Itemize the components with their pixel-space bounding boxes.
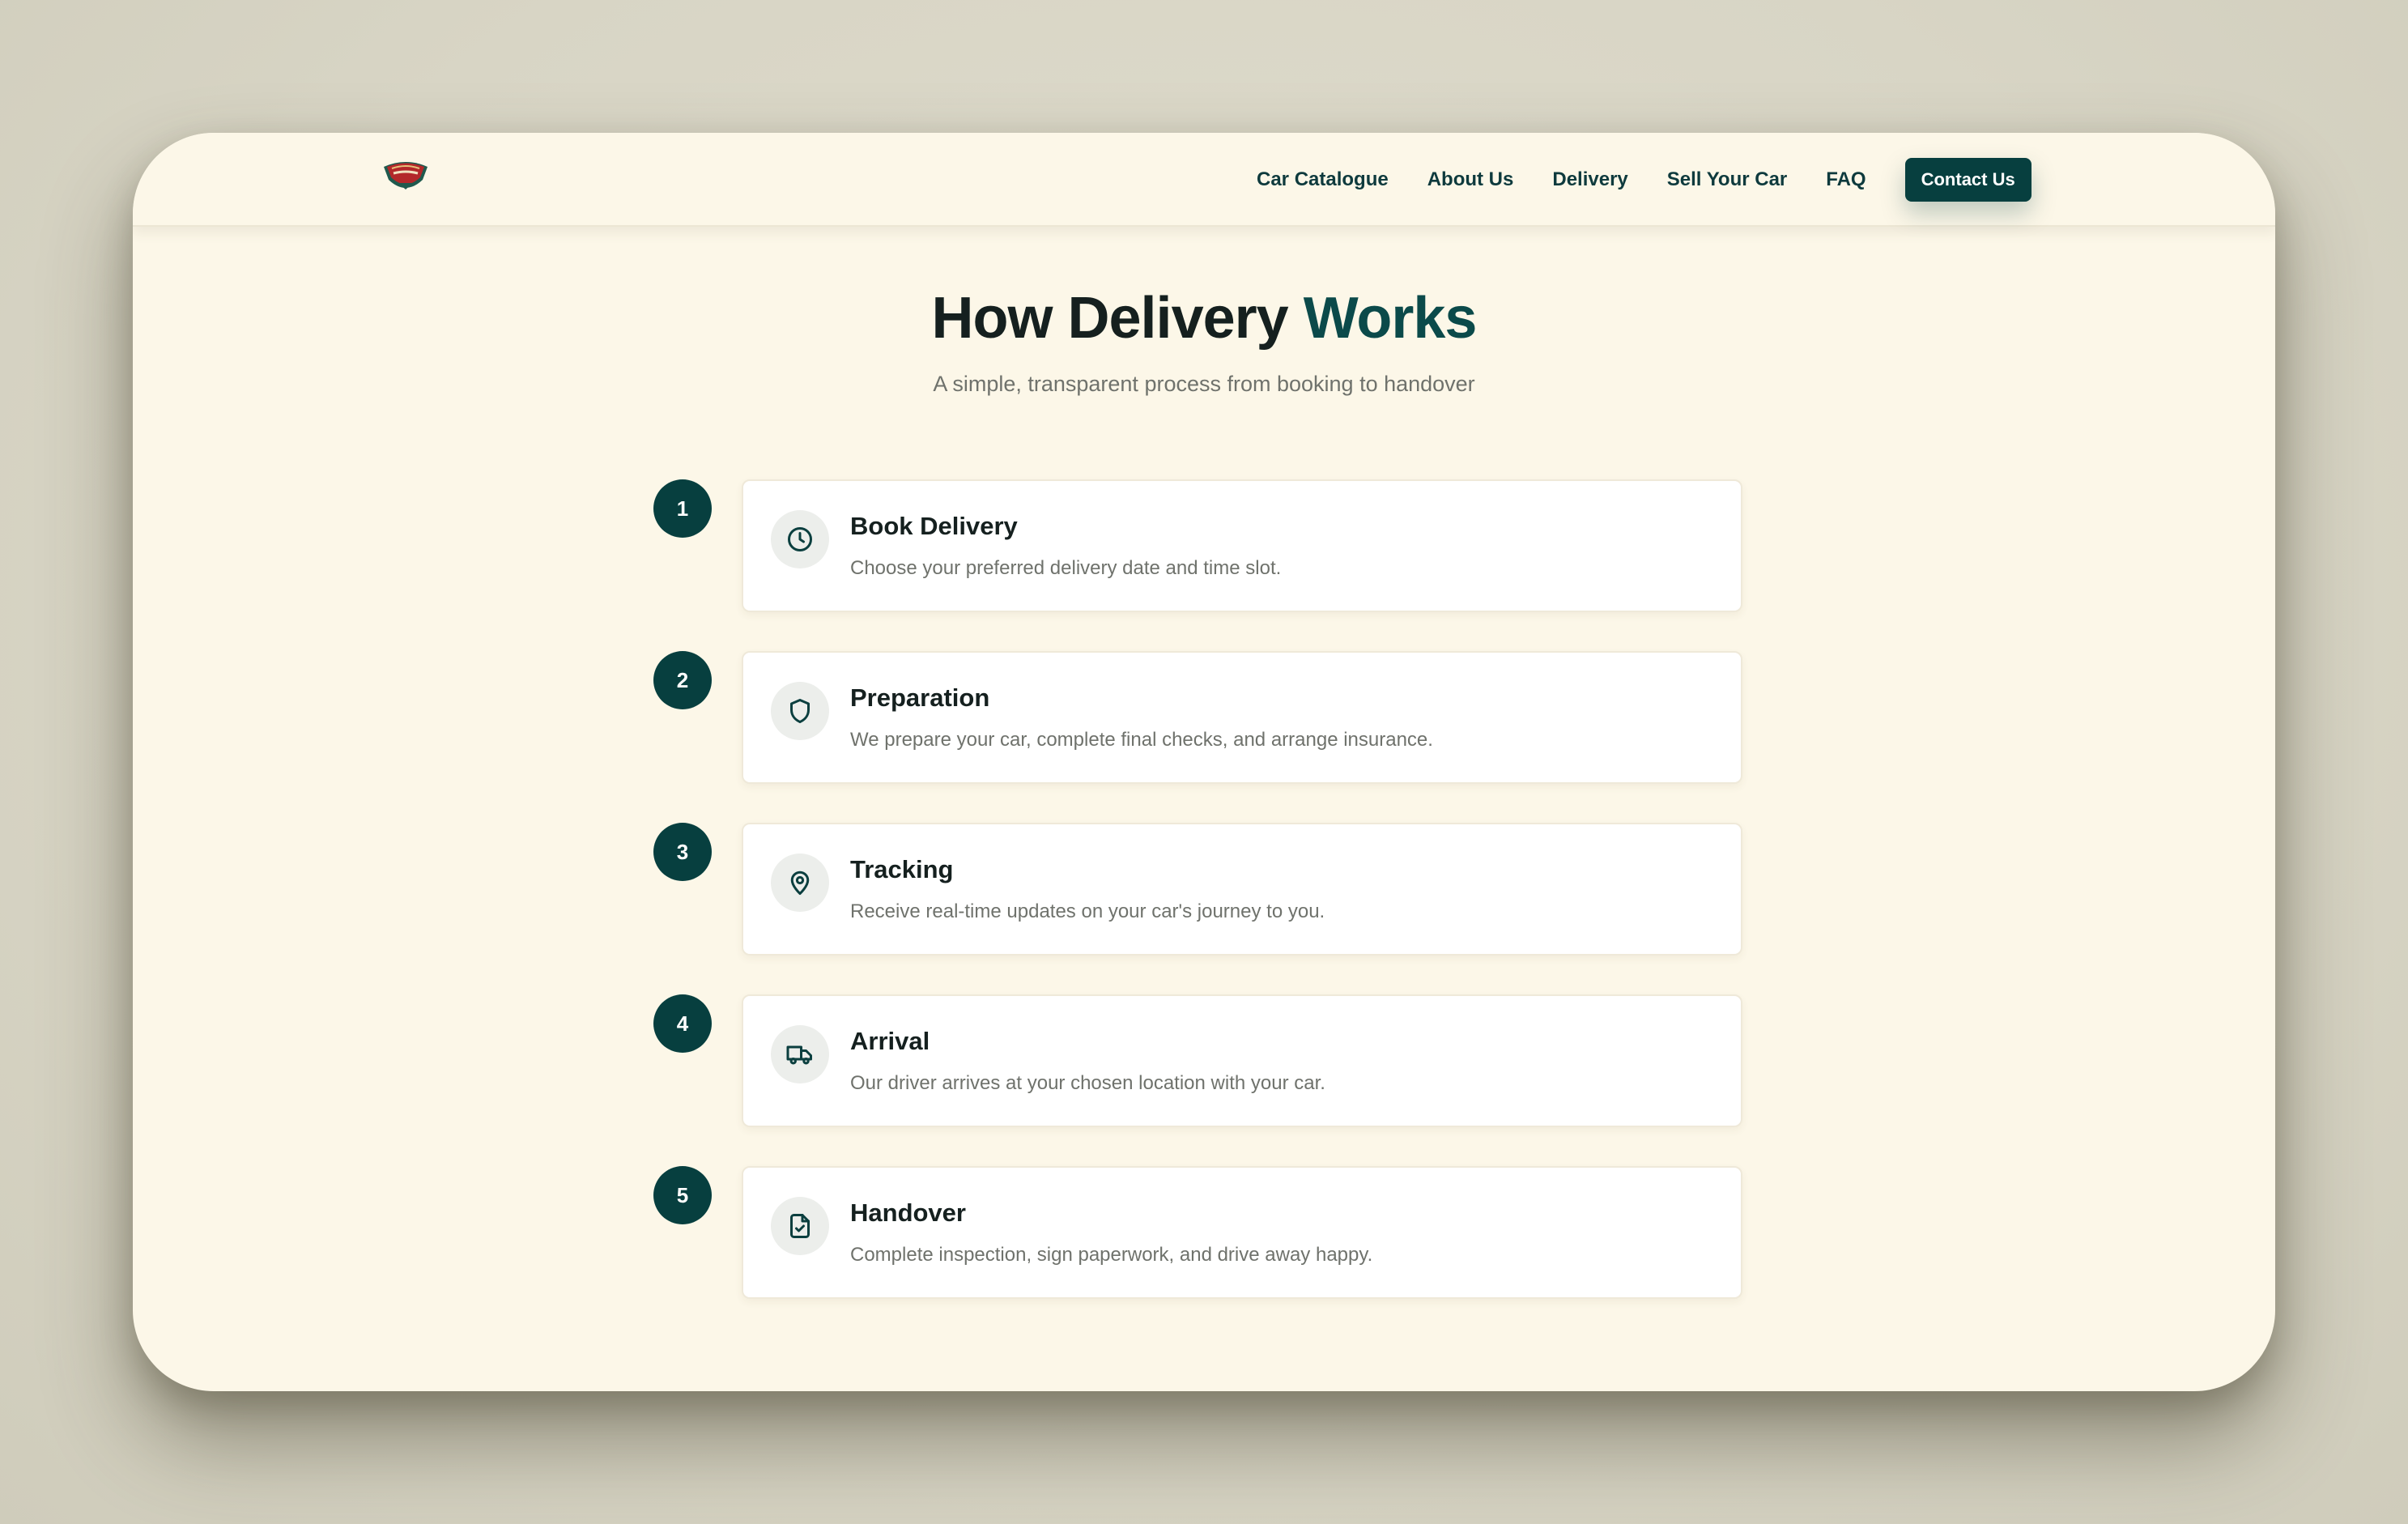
step-description: Complete inspection, sign paperwork, and… [850, 1244, 1373, 1266]
contact-us-button[interactable]: Contact Us [1904, 158, 2031, 202]
backdrop: Car Catalogue About Us Delivery Sell You… [0, 0, 2408, 1524]
nav-sell-your-car[interactable]: Sell Your Car [1667, 168, 1788, 191]
step-title: Handover [850, 1198, 966, 1227]
step-number: 5 [653, 1166, 712, 1224]
clock-icon [771, 510, 829, 568]
step-arrival: 4 Arrival Our driver arrives at your cho… [653, 994, 1742, 1127]
shield-icon [771, 682, 829, 740]
step-description: Choose your preferred delivery date and … [850, 557, 1282, 579]
map-pin-icon [771, 854, 829, 912]
step-card: Arrival Our driver arrives at your chose… [742, 994, 1742, 1127]
navbar: Car Catalogue About Us Delivery Sell You… [133, 133, 2275, 227]
step-book-delivery: 1 Book Delivery Choose your preferred de… [653, 479, 1742, 612]
step-title: Arrival [850, 1027, 930, 1055]
step-number: 4 [653, 994, 712, 1053]
main-nav: Car Catalogue About Us Delivery Sell You… [1257, 133, 2031, 227]
page-title-accent: Works [1303, 286, 1478, 351]
step-card: Handover Complete inspection, sign paper… [742, 1166, 1742, 1299]
step-card: Tracking Receive real-time updates on yo… [742, 823, 1742, 956]
file-check-icon [771, 1197, 829, 1255]
brand-badge-icon[interactable] [381, 155, 431, 198]
step-tracking: 3 Tracking Receive real-time updates on … [653, 823, 1742, 956]
step-card: Book Delivery Choose your preferred deli… [742, 479, 1742, 612]
step-number: 2 [653, 651, 712, 709]
step-description: Our driver arrives at your chosen locati… [850, 1072, 1325, 1094]
truck-icon [771, 1025, 829, 1083]
step-handover: 5 Handover Complete inspection, sign pap… [653, 1166, 1742, 1299]
browser-window: Car Catalogue About Us Delivery Sell You… [133, 133, 2275, 1391]
step-card: Preparation We prepare your car, complet… [742, 651, 1742, 784]
step-title: Preparation [850, 683, 990, 712]
page-title: How Delivery Works [133, 285, 2275, 351]
step-number: 1 [653, 479, 712, 538]
step-title: Tracking [850, 855, 954, 883]
nav-car-catalogue[interactable]: Car Catalogue [1257, 168, 1389, 191]
step-preparation: 2 Preparation We prepare your car, compl… [653, 651, 1742, 784]
nav-about-us[interactable]: About Us [1427, 168, 1514, 191]
step-title: Book Delivery [850, 512, 1018, 540]
nav-delivery[interactable]: Delivery [1552, 168, 1627, 191]
step-number: 3 [653, 823, 712, 881]
page-subtitle: A simple, transparent process from booki… [933, 372, 1475, 396]
page-title-main: How Delivery [931, 286, 1304, 351]
step-description: Receive real-time updates on your car's … [850, 900, 1325, 922]
nav-faq[interactable]: FAQ [1826, 168, 1866, 191]
step-description: We prepare your car, complete final chec… [850, 729, 1433, 751]
